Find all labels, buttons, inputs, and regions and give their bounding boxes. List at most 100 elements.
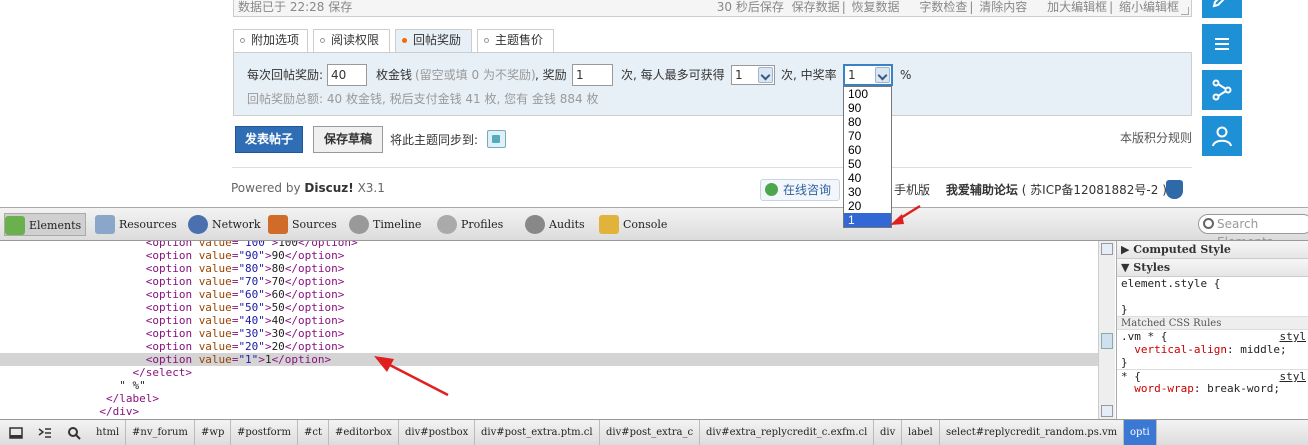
dom-option-node[interactable]: <option value="50">50</option> [0,301,1098,314]
dom-tree[interactable]: <option value="100">100</option> <option… [0,241,1098,419]
tab-audits[interactable]: Audits [525,213,585,236]
rule-vm-decl[interactable]: vertical-align: middle; [1117,343,1308,356]
menu-icon[interactable] [1202,24,1242,64]
rule-source-link[interactable]: styl [1280,330,1307,343]
dom-option-node[interactable]: <option value="40">40</option> [0,314,1098,327]
breadcrumb-item[interactable]: html [90,420,127,445]
online-consult-button[interactable]: 在线咨询 [760,179,840,201]
win-rate-option[interactable]: 90 [844,101,891,115]
dom-closing-node[interactable]: </label> [0,392,1098,405]
dom-closing-node[interactable]: " %" [0,379,1098,392]
search-elements-input[interactable]: Search Elements [1198,214,1308,249]
breadcrumb-item[interactable]: select#replycredit_random.ps.vm [940,420,1125,445]
tab-reply-reward[interactable]: 回帖奖励 [395,29,472,53]
site-name[interactable]: 我爱辅助论坛 [946,183,1018,197]
shrink-editor-link[interactable]: 缩小编辑框 [1119,0,1179,14]
breadcrumb-item[interactable]: #editorbox [329,420,399,445]
credit-rules-link[interactable]: 本版积分规则 [1120,129,1192,146]
win-rate-select[interactable]: 1 [843,64,893,86]
max-times-select[interactable]: 1 [731,65,775,85]
win-rate-option[interactable]: 60 [844,143,891,157]
chevron-down-icon[interactable] [758,67,773,83]
dom-option-node[interactable]: <option value="90">90</option> [0,249,1098,262]
win-rate-options-list[interactable]: 100 90 80 70 60 50 40 30 20 1 [843,86,892,228]
elements-icon [5,216,25,235]
win-rate-option[interactable]: 80 [844,115,891,129]
dom-option-node[interactable]: <option value="1">1</option> [0,353,1098,366]
submit-post-button[interactable]: 发表帖子 [235,126,303,153]
scroll-down-icon[interactable] [1101,405,1113,417]
dock-icon[interactable] [9,426,23,440]
edit-icon[interactable] [1202,0,1242,18]
breadcrumb-item[interactable]: #wp [195,420,232,445]
dom-option-node[interactable]: <option value="60">60</option> [0,288,1098,301]
dom-option-node[interactable]: <option value="80">80</option> [0,262,1098,275]
breadcrumb-item[interactable]: div#postbox [399,420,476,445]
shield-icon[interactable] [1166,180,1183,199]
breadcrumb-item[interactable]: #ct [298,420,329,445]
tab-console[interactable]: Console [599,213,667,236]
reply-reward-panel: 每次回帖奖励: 40 枚金钱 (留空或填 0 为不奖励) , 奖励 1 次, 每… [233,52,1192,116]
win-rate-option[interactable]: 50 [844,157,891,171]
breadcrumb-item[interactable]: #nv_forum [126,420,195,445]
discuz-link[interactable]: Discuz! [304,181,353,195]
scroll-thumb[interactable] [1101,333,1113,349]
award-times-input[interactable]: 1 [572,64,613,86]
breadcrumb-item[interactable]: opti [1124,420,1157,445]
save-data-link[interactable]: 保存数据 [792,0,840,14]
enlarge-editor-link[interactable]: 加大编辑框 [1047,0,1107,14]
breadcrumb-item[interactable]: div [874,420,903,445]
tab-profiles[interactable]: Profiles [437,213,503,236]
tab-read-permission[interactable]: 阅读权限 [313,29,390,52]
breadcrumb-item[interactable]: label [902,420,940,445]
mobile-link[interactable]: 手机版 [894,183,930,197]
win-rate-option[interactable]: 100 [844,87,891,101]
rule-universal[interactable]: * {styl [1117,369,1308,383]
user-icon[interactable] [1202,116,1242,156]
computed-style-header[interactable]: ▶ Computed Style [1117,241,1308,259]
dom-option-node[interactable]: <option value="20">20</option> [0,340,1098,353]
search-icon[interactable] [67,426,81,440]
dom-option-node[interactable]: <option value="100">100</option> [0,241,1098,249]
share-icon[interactable] [1202,70,1242,110]
word-count-link[interactable]: 字数检查 [919,0,967,14]
breadcrumb-item[interactable]: div#post_extra.ptm.cl [475,420,600,445]
tab-sources[interactable]: Sources [268,213,337,236]
sync-weibo-icon[interactable] [487,130,506,148]
dom-option-node[interactable]: <option value="70">70</option> [0,275,1098,288]
breadcrumb-item[interactable]: div#post_extra_c [600,420,701,445]
bullet-icon [484,38,489,43]
breadcrumb-item[interactable]: div#extra_replycredit_c.exfm.cl [700,420,875,445]
each-reward-input[interactable]: 40 [327,64,367,86]
icp-text[interactable]: ( 苏ICP备12081882号-2 ) [1022,183,1167,197]
console-toggle-icon[interactable] [38,426,52,440]
resize-handle[interactable] [1181,7,1189,15]
chevron-down-icon[interactable] [875,67,890,83]
dom-scrollbar[interactable] [1098,241,1115,419]
clear-content-link[interactable]: 清除内容 [979,0,1027,14]
win-rate-option[interactable]: 70 [844,129,891,143]
dom-option-node[interactable]: <option value="30">30</option> [0,327,1098,340]
audits-icon [525,215,545,234]
dom-closing-node[interactable]: </div> [0,405,1098,418]
rule-vm[interactable]: .vm * {styl [1117,330,1308,343]
win-rate-option[interactable]: 1 [844,213,891,227]
breadcrumb-item[interactable]: #postform [231,420,298,445]
tab-thread-price[interactable]: 主题售价 [477,29,554,52]
scroll-up-icon[interactable] [1101,243,1113,255]
win-rate-option[interactable]: 30 [844,185,891,199]
tab-elements[interactable]: Elements [4,213,87,236]
save-draft-button[interactable]: 保存草稿 [313,126,383,153]
restore-data-link[interactable]: 恢复数据 [852,0,900,14]
tab-extra-options[interactable]: 附加选项 [233,29,308,52]
tab-network[interactable]: Network [188,213,261,236]
element-style-rule[interactable]: element.style { [1117,277,1308,290]
tab-timeline[interactable]: Timeline [349,213,421,236]
win-rate-option[interactable]: 40 [844,171,891,185]
win-rate-option[interactable]: 20 [844,199,891,213]
rule-close: } [1121,303,1128,316]
styles-header[interactable]: ▼ Styles [1117,259,1308,277]
tab-resources[interactable]: Resources [95,213,177,236]
dom-closing-node[interactable]: </select> [0,366,1098,379]
rule-universal-decl[interactable]: word-wrap: break-word; [1117,382,1308,395]
